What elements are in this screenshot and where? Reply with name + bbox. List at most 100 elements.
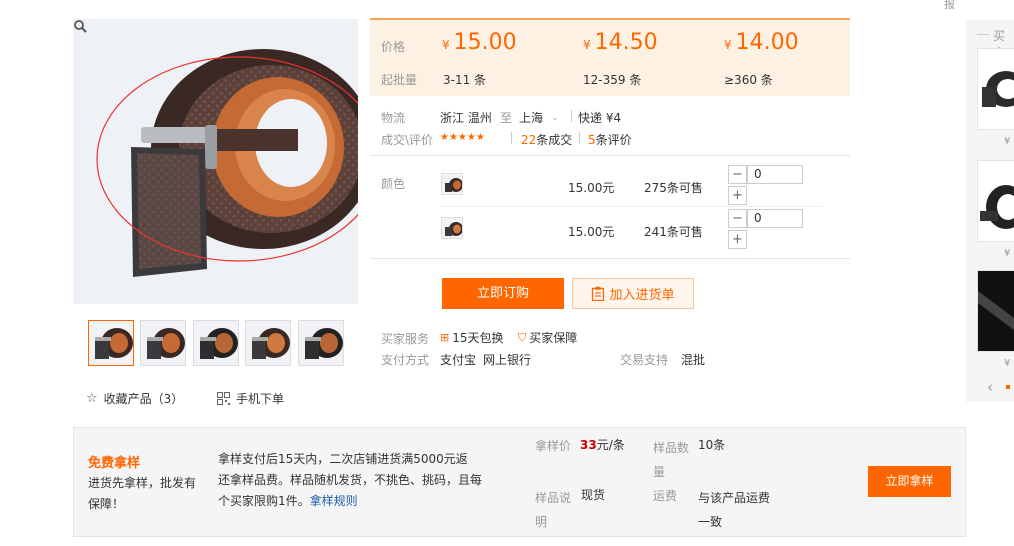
sample-rules-link[interactable]: 拿样规则 [310, 494, 358, 508]
divider [571, 110, 572, 122]
sample-freight-value-2: 一致 [698, 515, 723, 529]
sku-1-price: 15.00元 [568, 181, 615, 195]
free-sample-title: 免费拿样 [88, 456, 141, 471]
ship-to-select[interactable]: 上海 ⌄ [519, 109, 559, 126]
main-product-image[interactable] [73, 19, 358, 304]
sample-desc-label: 样品说 明 [535, 486, 571, 534]
currency-symbol: ¥ [583, 38, 591, 52]
transactions-label: 成交\评价 [381, 133, 434, 147]
add-to-purchase-list-label: 加入进货单 [609, 288, 675, 303]
sample-now-button[interactable]: 立即拿样 [868, 466, 951, 497]
zoom-icon[interactable] [73, 19, 87, 33]
service-guarantee[interactable]: ⛉ 买家保障 [518, 329, 577, 346]
payment-label: 支付方式 [381, 353, 430, 367]
sku-2-thumbnail[interactable] [441, 217, 463, 239]
sample-desc-label-2: 明 [535, 515, 548, 529]
moq-tier-1: 3-11 条 [443, 73, 487, 87]
star-outline-icon: ☆ [86, 390, 98, 406]
sku-2-plus-button[interactable]: + [728, 230, 747, 249]
sku-2-minus-button[interactable]: − [728, 209, 747, 228]
shipping-fee: 快递 ¥4 [578, 111, 622, 125]
rail-page-indicator[interactable] [1006, 385, 1010, 389]
currency-symbol: ¥ [724, 38, 732, 52]
reviews-link[interactable]: 5条评价 [588, 131, 632, 148]
sample-qty-label: 样品数 量 [653, 436, 689, 484]
mobile-order-link[interactable]: 手机下单 [217, 390, 284, 406]
sku-1-thumbnail[interactable] [441, 173, 463, 195]
ship-to-value: 上海 [519, 111, 544, 125]
top-right-fragment: 报 [944, 0, 955, 11]
sample-desc-label-1: 样品说 [535, 491, 572, 505]
price-tier-3-value: 14.00 [735, 30, 799, 55]
price-label: 价格 [381, 40, 406, 54]
divider [370, 258, 850, 259]
sample-freight-label: 运费 [653, 489, 678, 503]
sample-price: 33元/条 [580, 436, 625, 453]
thumbnail-2[interactable] [140, 320, 186, 366]
buyer-services-label: 买家服务 [381, 332, 430, 346]
add-to-purchase-list-button[interactable]: 加入进货单 [572, 278, 694, 309]
rail-item-3[interactable] [977, 270, 1014, 352]
service-guarantee-label: 买家保障 [529, 331, 578, 345]
divider [977, 34, 989, 35]
rail-item-3-price: ¥ [1004, 358, 1011, 369]
free-sample-subtitle: 进货先拿样，批发有保障！ [88, 476, 197, 511]
deals-count: 22 [521, 133, 537, 147]
clipboard-icon [592, 286, 605, 301]
sku-1-stock: 275条可售 [644, 181, 703, 195]
sku-2-stock: 241条可售 [644, 225, 703, 239]
logistics-label: 物流 [381, 111, 406, 125]
thumbnail-4[interactable] [245, 320, 291, 366]
mobile-order-label: 手机下单 [236, 391, 285, 406]
buy-now-button[interactable]: 立即订购 [442, 278, 564, 309]
rail-item-1[interactable] [977, 48, 1014, 130]
sample-freight-value: 与该产品运费 一致 [698, 486, 770, 534]
sample-description: 拿样支付后15天内，二次店铺进货满5000元返 还拿样品费。样品随机发货，不挑色… [218, 449, 518, 512]
payment-online-bank: 网上银行 [483, 353, 532, 367]
sample-price-unit: 元/条 [596, 438, 625, 452]
rating-stars: ★★★★★ [440, 132, 485, 143]
sample-price-label: 拿样价 [535, 439, 572, 453]
qr-code-icon [217, 391, 230, 405]
rail-item-2[interactable] [977, 160, 1014, 242]
price-tier-3: ¥ 14.00 [724, 30, 799, 55]
free-sample-box [73, 427, 966, 537]
moq-label: 起批量 [381, 73, 418, 87]
sample-desc-value: 现货 [581, 488, 606, 502]
sample-freight-value-1: 与该产品运费 [698, 491, 771, 505]
sku-2-quantity-input[interactable]: 0 [747, 209, 803, 228]
price-tier-2: ¥ 14.50 [583, 30, 658, 55]
favorite-product-link[interactable]: ☆ 收藏产品（3） [86, 390, 183, 406]
ship-from: 浙江 温州 [440, 111, 492, 125]
price-tier-2-value: 14.50 [594, 30, 658, 55]
moq-tier-2: 12-359 条 [583, 73, 642, 87]
sample-desc-line-3: 个买家限购1件。 [218, 494, 310, 508]
favorite-label: 收藏产品（3） [103, 391, 184, 406]
sku-1-quantity-input[interactable]: 0 [747, 165, 803, 184]
sku-2-price: 15.00元 [568, 225, 615, 239]
service-exchange-label: 15天包换 [452, 331, 504, 345]
thumbnail-1[interactable] [88, 320, 134, 366]
sku-1-plus-button[interactable]: + [728, 186, 747, 205]
reviews-count: 5 [588, 133, 596, 147]
deals-suffix: 条成交 [536, 133, 573, 147]
sample-qty-label-2: 量 [653, 465, 666, 479]
rail-prev-button[interactable]: ‹ [987, 378, 993, 396]
sample-desc-line-1: 拿样支付后15天内，二次店铺进货满5000元返 [218, 452, 468, 466]
ship-to-word: 至 [500, 111, 513, 125]
service-exchange[interactable]: ⊞ 15天包换 [440, 329, 504, 346]
sku-1-minus-button[interactable]: − [728, 165, 747, 184]
rail-item-2-price: ¥ [1004, 248, 1011, 259]
price-tier-1-value: 15.00 [453, 30, 517, 55]
reviews-suffix: 条评价 [595, 133, 632, 147]
trade-support-label: 交易支持 [620, 353, 669, 367]
trade-support-value: 混批 [681, 353, 706, 367]
sample-qty-label-1: 样品数 [653, 441, 690, 455]
rail-item-1-price: ¥ [1004, 136, 1011, 147]
currency-symbol: ¥ [442, 38, 450, 52]
divider [511, 132, 512, 144]
thumbnail-3[interactable] [193, 320, 239, 366]
divider [440, 206, 823, 207]
thumbnail-5[interactable] [298, 320, 344, 366]
deals-link[interactable]: 22条成交 [521, 131, 572, 148]
